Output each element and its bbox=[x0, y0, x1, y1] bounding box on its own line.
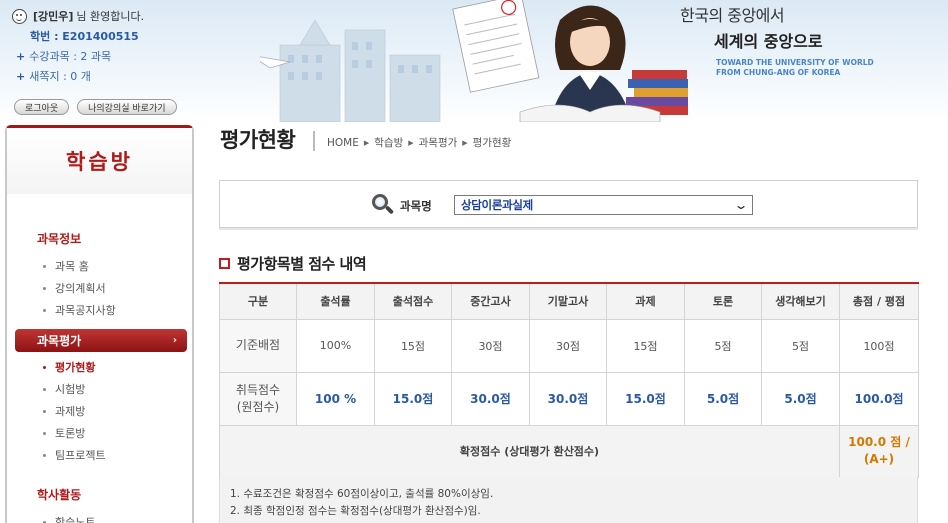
final-score-grade: (A+) bbox=[863, 452, 895, 466]
logout-button[interactable]: 로그아웃 bbox=[14, 99, 70, 115]
chevron-right-icon: › bbox=[172, 335, 177, 346]
chevron-down-icon: ⌄ bbox=[733, 198, 749, 212]
table-cell: 5.0점 bbox=[684, 371, 762, 426]
course-count[interactable]: + 수강과목 : 2 과목 bbox=[12, 46, 202, 66]
table-cell: 30점 bbox=[451, 318, 530, 373]
table-cell: 100점 bbox=[839, 318, 919, 373]
subject-search-box: 과목명 상담이론과실제 ⌄ bbox=[219, 180, 918, 228]
row-label-obtained-line1: 취득점수 bbox=[235, 382, 281, 397]
search-icon bbox=[372, 194, 395, 216]
final-score-label: 확정점수 (상대평가 환산점수) bbox=[219, 424, 840, 478]
subject-select-value: 상담이론과실제 bbox=[461, 198, 533, 212]
column-header: 토론 bbox=[684, 282, 762, 320]
section-heading-text: 평가항목별 점수 내역 bbox=[237, 255, 367, 273]
column-header: 출석점수 bbox=[374, 282, 452, 320]
welcome-text: 님 환영합니다. bbox=[76, 10, 145, 23]
table-cell: 15점 bbox=[374, 318, 452, 373]
plus-icon: + bbox=[16, 69, 26, 83]
sidebar-item-course-home[interactable]: 과목 홈 bbox=[7, 255, 192, 277]
user-name: [강민우] bbox=[33, 10, 74, 23]
table-cell: 15.0점 bbox=[606, 371, 685, 426]
sidebar-item-course-evaluation[interactable]: 과목평가 › bbox=[15, 329, 187, 352]
university-slogan: 한국의 중앙에서 세계의 중앙으로 TOWARD THE UNIVERSITY … bbox=[680, 2, 874, 78]
row-label-obtained: 취득점수 (원점수) bbox=[219, 371, 297, 426]
sidebar-item-team-project[interactable]: 팀프로젝트 bbox=[7, 444, 192, 466]
table-cell: 5점 bbox=[761, 318, 840, 373]
breadcrumb-home[interactable]: HOME bbox=[327, 137, 359, 149]
column-header: 기말고사 bbox=[529, 282, 607, 320]
column-header: 중간고사 bbox=[451, 282, 530, 320]
table-cell: 30.0점 bbox=[451, 371, 530, 426]
slogan-english-line2: FROM CHUNG-ANG OF KOREA bbox=[716, 68, 841, 77]
sidebar-item-syllabus[interactable]: 강의계획서 bbox=[7, 277, 192, 299]
sidebar-title: 학습방 bbox=[7, 128, 192, 194]
column-header: 구분 bbox=[219, 282, 297, 320]
message-count-text: 새쪽지 : 0 개 bbox=[29, 70, 91, 83]
my-classroom-button[interactable]: 나의강의실 바로가기 bbox=[77, 99, 177, 115]
sidebar-item-discussion-room[interactable]: 토론방 bbox=[7, 422, 192, 444]
table-row: 기준배점 100% 15점 30점 30점 15점 5점 5점 100점 bbox=[219, 318, 919, 373]
section-heading: 평가항목별 점수 내역 bbox=[219, 253, 367, 274]
notes-box: 1. 수료조건은 확정점수 60점이상이고, 출석률 80%이상임. 2. 최종… bbox=[219, 477, 918, 523]
sidebar-section-academic[interactable]: 학사활동 bbox=[7, 486, 192, 503]
breadcrumb-arrow-icon: ▶ bbox=[363, 138, 370, 147]
table-row: 취득점수 (원점수) 100 % 15.0점 30.0점 30.0점 15.0점… bbox=[219, 371, 919, 426]
table-cell: 15점 bbox=[606, 318, 685, 373]
sidebar-item-evaluation-status[interactable]: 평가현황 bbox=[7, 356, 192, 378]
slogan-english-line1: TOWARD THE UNIVERSITY OF WORLD bbox=[716, 58, 874, 67]
column-header: 총점 / 평점 bbox=[839, 282, 919, 320]
plus-icon: + bbox=[16, 49, 26, 63]
student-id: 학번 : E201400515 bbox=[30, 30, 139, 43]
table-cell: 15.0점 bbox=[374, 371, 452, 426]
row-label-obtained-line2: (원점수) bbox=[236, 399, 280, 414]
sidebar: 학습방 과목정보 과목 홈 강의계획서 과목공지사항 과목평가 › 평가현황 시… bbox=[5, 125, 194, 523]
column-header: 생각해보기 bbox=[761, 282, 840, 320]
final-score-points: 100.0 점 / bbox=[848, 435, 910, 449]
table-row: 확정점수 (상대평가 환산점수) 100.0 점 / (A+) bbox=[219, 424, 919, 478]
sidebar-item-notices[interactable]: 과목공지사항 bbox=[7, 299, 192, 321]
sidebar-section-course-info[interactable]: 과목정보 bbox=[7, 230, 192, 247]
header-buttons: 로그아웃 나의강의실 바로가기 bbox=[14, 99, 177, 115]
row-label-base: 기준배점 bbox=[219, 318, 297, 373]
sidebar-item-assignment-room[interactable]: 과제방 bbox=[7, 400, 192, 422]
breadcrumb: HOME ▶ 학습방 ▶ 과목평가 ▶ 평가현황 bbox=[327, 135, 511, 150]
square-bullet-icon bbox=[219, 258, 230, 269]
subject-select[interactable]: 상담이론과실제 ⌄ bbox=[454, 195, 753, 215]
user-info-box: [강민우] 님 환영합니다. 학번 : E201400515 + 수강과목 : 2… bbox=[12, 6, 202, 86]
note-line: 2. 최종 학점인정 점수는 확정점수(상대평가 환산점수)임. bbox=[230, 505, 481, 517]
breadcrumb-arrow-icon: ▶ bbox=[462, 138, 468, 147]
table-cell: 5점 bbox=[684, 318, 762, 373]
sidebar-item-exam-room[interactable]: 시험방 bbox=[7, 378, 192, 400]
breadcrumb-study-room[interactable]: 학습방 bbox=[374, 135, 403, 150]
table-cell: 100% bbox=[296, 318, 375, 373]
page-title: 평가현황 bbox=[220, 128, 296, 152]
score-table: 구분 출석률 출석점수 중간고사 기말고사 과제 토론 생각해보기 총점 / 평… bbox=[219, 282, 919, 478]
course-count-text: 수강과목 : 2 과목 bbox=[29, 50, 112, 63]
breadcrumb-course-evaluation[interactable]: 과목평가 bbox=[419, 135, 458, 150]
sidebar-active-label: 과목평가 bbox=[37, 334, 82, 348]
table-cell: 30.0점 bbox=[529, 371, 607, 426]
breadcrumb-arrow-icon: ▶ bbox=[408, 138, 414, 147]
column-header: 과제 bbox=[606, 282, 685, 320]
slogan-line1: 한국의 중앙에서 bbox=[680, 6, 785, 25]
table-cell: 100 % bbox=[296, 371, 375, 426]
column-header: 출석률 bbox=[296, 282, 375, 320]
message-count[interactable]: + 새쪽지 : 0 개 bbox=[12, 66, 202, 86]
table-cell: 100.0점 bbox=[839, 371, 919, 426]
final-score-value: 100.0 점 / (A+) bbox=[839, 424, 919, 478]
note-line: 1. 수료조건은 확정점수 60점이상이고, 출석률 80%이상임. bbox=[230, 488, 494, 500]
sidebar-item-study-notes[interactable]: 학습노트 bbox=[7, 511, 192, 523]
breadcrumb-current: 평가현황 bbox=[472, 137, 512, 149]
title-divider bbox=[313, 131, 315, 151]
header-banner: [강민우] 님 환영합니다. 학번 : E201400515 + 수강과목 : 2… bbox=[0, 0, 948, 122]
user-smiley-icon bbox=[12, 8, 27, 24]
user-greeting: [강민우] 님 환영합니다. bbox=[12, 6, 202, 26]
subject-label: 과목명 bbox=[400, 199, 432, 213]
table-cell: 5.0점 bbox=[761, 371, 840, 426]
slogan-line2: 세계의 중앙으로 bbox=[714, 32, 823, 51]
table-cell: 30점 bbox=[529, 318, 607, 373]
banner-student-illustration bbox=[260, 0, 688, 122]
table-header-row: 구분 출석률 출석점수 중간고사 기말고사 과제 토론 생각해보기 총점 / 평… bbox=[219, 282, 919, 320]
slogan-english: TOWARD THE UNIVERSITY OF WORLD FROM CHUN… bbox=[716, 58, 874, 78]
